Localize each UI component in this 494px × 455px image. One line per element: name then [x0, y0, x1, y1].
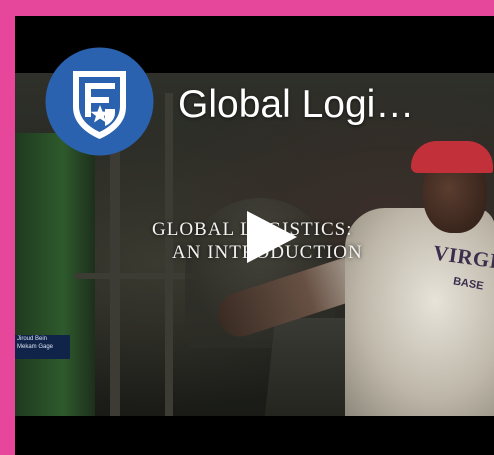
banner-line2: Mekam Gage	[17, 344, 54, 350]
video-embed[interactable]: VIRGIN BASE Jiroud Bein Mekam Gage GLOBA…	[15, 16, 494, 455]
play-icon	[247, 211, 297, 263]
play-button[interactable]	[243, 209, 299, 265]
rack-post	[110, 113, 120, 416]
worker-cap	[411, 141, 493, 173]
channel-title[interactable]: Global Logi…	[178, 82, 414, 128]
name-banner: Jiroud Bein Mekam Gage	[15, 335, 70, 359]
worker-body	[345, 208, 494, 416]
shield-logo-icon[interactable]	[45, 47, 154, 156]
banner-line1: Jiroud Bein	[17, 336, 48, 342]
rack-beam	[75, 273, 195, 279]
